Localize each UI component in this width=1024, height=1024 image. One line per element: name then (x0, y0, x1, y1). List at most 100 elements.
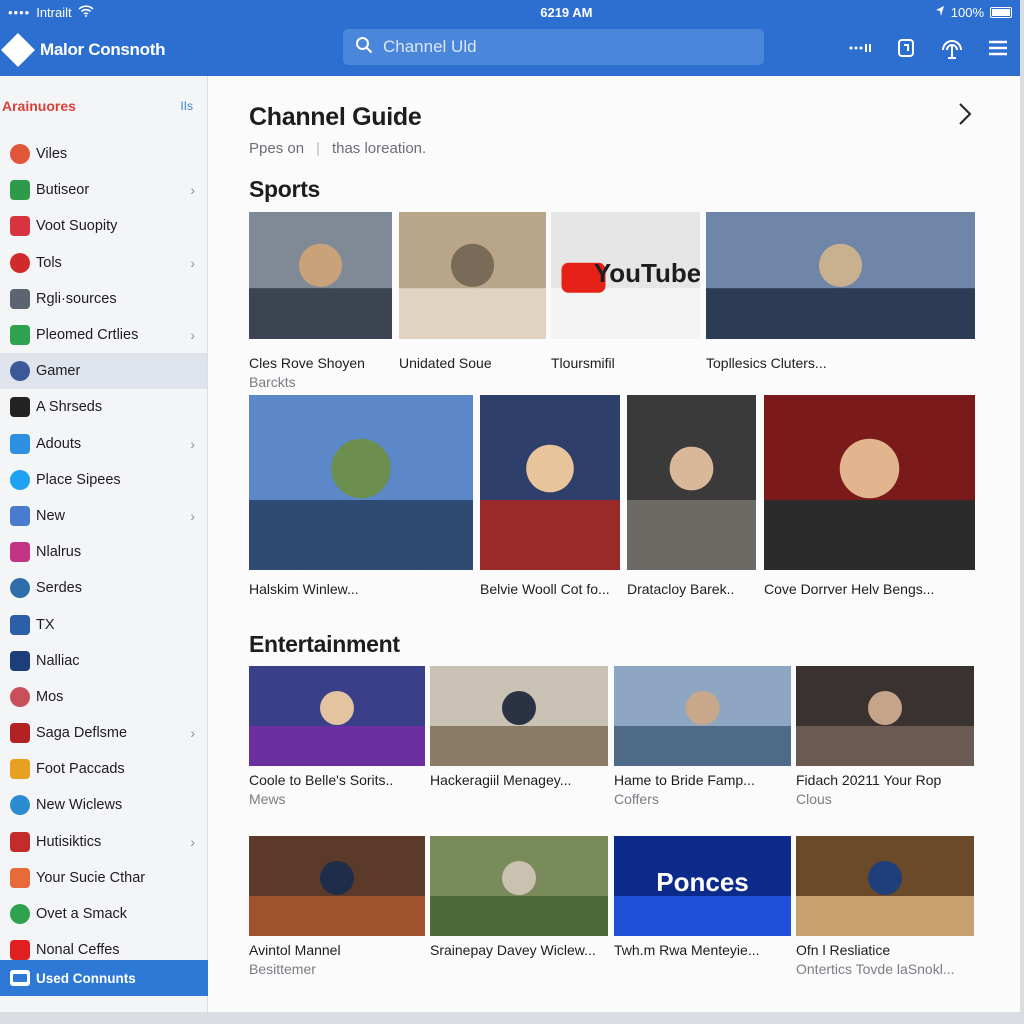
broadcast-icon[interactable] (940, 36, 964, 60)
menu-icon[interactable] (986, 36, 1010, 60)
app-icon (10, 397, 30, 418)
sidebar-item[interactable]: Butiseor › (0, 172, 207, 208)
app-icon (10, 505, 30, 526)
next-page-button[interactable] (954, 102, 976, 131)
sidebar-item[interactable]: Tols › (0, 245, 207, 281)
sidebar-item[interactable]: Gamer (0, 353, 207, 390)
sidebar-item[interactable]: New › (0, 498, 207, 534)
channel-thumbnail (249, 395, 473, 570)
channel-title: Coole to Belle's Sorits.. (249, 772, 394, 788)
channel-card[interactable]: Ofn l Resliatice Ontertics Tovde laSnokl.… (796, 836, 974, 981)
sidebar-item-label: Hutisiktics (36, 833, 102, 850)
battery-percent: 100% (950, 4, 984, 20)
sidebar-item[interactable]: Pleomed Crtlies › (0, 317, 207, 353)
sidebar-item[interactable]: Voot Suopity (0, 208, 207, 244)
channel-subtitle: Ontertics Tovde laSnokl... (796, 961, 955, 977)
channel-card[interactable]: Hame to Bride Famp... Coffers (614, 666, 791, 811)
subtitle-divider: | (316, 140, 320, 157)
channel-thumbnail (480, 395, 620, 570)
channel-thumbnail (614, 666, 791, 766)
channel-card[interactable]: Hackeragiil Menagey... (430, 666, 608, 811)
channel-thumbnail (796, 836, 974, 936)
chevron-right-icon: › (190, 725, 195, 742)
sidebar-heading: Arainuores (2, 98, 76, 114)
chevron-right-icon: › (190, 435, 195, 452)
app-icon (10, 325, 30, 346)
sidebar-item[interactable]: New Wiclews (0, 787, 207, 823)
main-content: Channel Guide Ppes on | thas loreation. … (208, 76, 1020, 1012)
channel-card[interactable]: Cove Dorrver Helv Bengs... (764, 395, 975, 620)
channel-card[interactable]: Dratacloy Barek.. (627, 395, 756, 620)
channel-title: Cles Rove Shoyen (249, 355, 365, 371)
search-bar[interactable] (343, 29, 764, 65)
sidebar-item[interactable]: Ovet a Smack (0, 896, 207, 932)
app-icon (10, 650, 30, 671)
app-icon (10, 433, 30, 454)
cast-icon[interactable] (848, 36, 872, 60)
brand[interactable]: Malor Consnoth (0, 33, 340, 67)
sidebar-item[interactable]: Foot Paccads (0, 751, 207, 787)
channel-card[interactable]: Avintol Mannel Besittemer (249, 836, 425, 981)
sidebar-item[interactable]: Nalliac (0, 643, 207, 679)
subtitle-left: Ppes on (249, 140, 305, 157)
sidebar-heading-action[interactable]: IIs (180, 99, 193, 113)
sidebar-item-label: Serdes (36, 580, 82, 597)
sidebar-item[interactable]: Place Sipees (0, 462, 207, 498)
channel-title: Cove Dorrver Helv Bengs... (764, 581, 935, 597)
sidebar-item[interactable]: Mos (0, 679, 207, 715)
location-icon (935, 5, 945, 20)
channel-card[interactable]: YouTube Tloursmifil (551, 212, 700, 394)
channel-thumbnail: Ponces (614, 836, 791, 936)
sidebar-item-label: Butiseor (36, 182, 90, 199)
sidebar-item-label: Gamer (36, 363, 81, 380)
channel-title: Ofn l Resliatice (796, 942, 891, 958)
channel-card[interactable]: Fidach 20211 Your Rop Clous (796, 666, 974, 811)
search-input[interactable] (383, 37, 743, 57)
channel-card[interactable]: Halskim Winlew... (249, 395, 473, 620)
page-title: Channel Guide (249, 103, 422, 131)
device-icon[interactable] (894, 36, 918, 60)
channel-subtitle: Coffers (614, 791, 659, 807)
sidebar-item[interactable]: Viles (0, 136, 207, 172)
channel-thumbnail (430, 666, 608, 766)
channel-card[interactable]: Ponces Twh.m Rwa Menteyie... (614, 836, 791, 981)
channel-card[interactable]: Belvie Wooll Cot fo... (480, 395, 620, 620)
wifi-icon (78, 4, 94, 20)
status-bar: •••• Intrailt 6219 AM 100% (0, 0, 1020, 24)
sidebar-item[interactable]: Saga Deflsme › (0, 715, 207, 751)
facebook-icon (10, 361, 30, 382)
channel-thumbnail (796, 666, 974, 766)
channel-title: Belvie Wooll Cot fo... (480, 581, 610, 597)
channel-card[interactable]: Coole to Belle's Sorits.. Mews (249, 666, 425, 811)
sidebar-item[interactable]: Your Sucie Cthar (0, 860, 207, 896)
channel-card[interactable]: Cles Rove Shoyen Barckts (249, 212, 392, 394)
section-title: Sports (249, 176, 321, 202)
sidebar-item[interactable]: Serdes (0, 570, 207, 606)
sidebar-item[interactable]: Hutisiktics › (0, 824, 207, 860)
channel-title: Dratacloy Barek.. (627, 581, 735, 597)
app-icon (10, 831, 30, 852)
sidebar-item[interactable]: TX (0, 606, 207, 642)
channel-card[interactable]: Topllesics Cluters... (706, 212, 975, 394)
channel-thumbnail (706, 212, 975, 339)
channel-thumbnail (249, 212, 392, 339)
chevron-right-icon: › (190, 833, 195, 850)
sidebar-item[interactable]: A Shrseds (0, 389, 207, 425)
channel-card[interactable]: Unidated Soue (399, 212, 546, 394)
sidebar-item-label: A Shrseds (36, 399, 103, 416)
app-icon (10, 795, 30, 816)
sidebar-footer-button[interactable]: Used Connunts (0, 960, 208, 996)
chevron-right-icon (958, 102, 972, 131)
sidebar-header: Arainuores IIs (0, 76, 207, 136)
carrier-label: Intrailt (36, 4, 72, 20)
channel-title: Unidated Soue (399, 355, 492, 371)
sidebar-item[interactable]: Nlalrus (0, 534, 207, 570)
channel-card[interactable]: Srainepay Davey Wiclew... (430, 836, 608, 981)
sidebar-item[interactable]: Rgli·sources (0, 281, 207, 317)
app-name: Malor Consnoth (40, 40, 166, 59)
sidebar-item[interactable]: Adouts › (0, 426, 207, 462)
channel-thumbnail (399, 212, 546, 339)
sidebar-item-label: Pleomed Crtlies (36, 327, 139, 344)
sidebar-item-label: Nalliac (36, 652, 80, 669)
app-icon (10, 759, 30, 780)
